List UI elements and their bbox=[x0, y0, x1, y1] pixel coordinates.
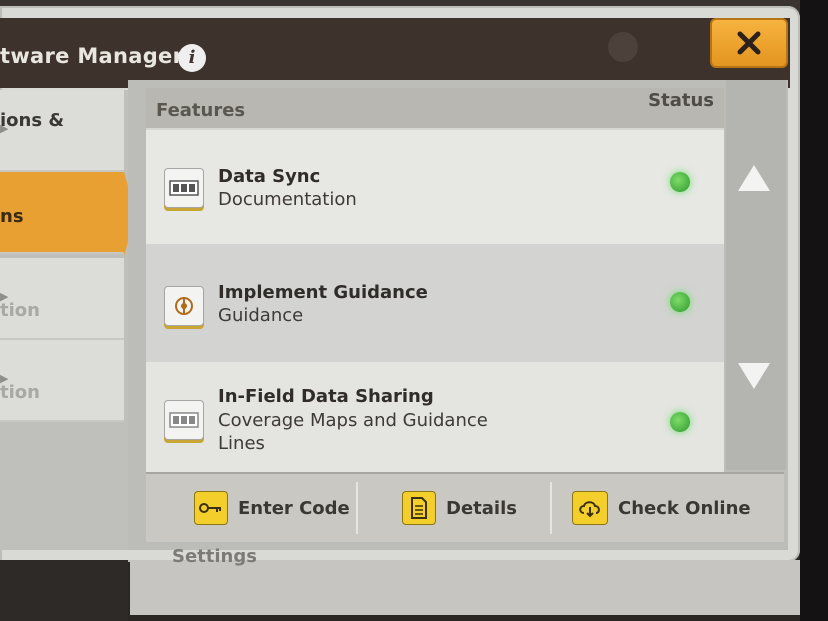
feature-row-in-field-data-sharing[interactable]: In-Field Data Sharing Coverage Maps and … bbox=[146, 362, 724, 472]
data-sync-icon bbox=[164, 168, 204, 208]
chevron-right-icon: ▶ bbox=[0, 372, 9, 385]
toolbar-divider bbox=[356, 482, 358, 534]
implement-guidance-icon bbox=[164, 286, 204, 326]
status-indicator bbox=[670, 292, 690, 312]
footer-toolbar: Enter Code Details Check Online bbox=[146, 472, 784, 542]
device-bezel-right bbox=[800, 0, 828, 621]
details-label: Details bbox=[446, 497, 517, 519]
window-title: tware Manager bbox=[0, 44, 184, 68]
scroll-column bbox=[726, 80, 786, 470]
camera-lens bbox=[608, 32, 638, 62]
settings-label: Settings bbox=[172, 546, 257, 567]
nav-background-lower bbox=[0, 560, 128, 621]
nav-item-application[interactable]: tion ▶ bbox=[0, 258, 124, 340]
check-online-button[interactable]: Check Online bbox=[572, 474, 751, 542]
scroll-up-arrow-icon[interactable] bbox=[738, 165, 770, 191]
chevron-right-icon: ▶ bbox=[0, 290, 9, 303]
status-indicator bbox=[670, 172, 690, 192]
nav-item-activations[interactable]: ions & ▶ bbox=[0, 90, 124, 172]
header-features: Features bbox=[156, 100, 246, 121]
feature-name: Data Sync bbox=[218, 166, 321, 187]
feature-name: Implement Guidance bbox=[218, 282, 428, 303]
feature-subtitle: Guidance bbox=[218, 305, 304, 326]
scroll-down-arrow-icon[interactable] bbox=[738, 363, 770, 389]
feature-row-implement-guidance[interactable]: Implement Guidance Guidance bbox=[146, 244, 724, 362]
enter-code-button[interactable]: Enter Code bbox=[194, 474, 350, 542]
feature-name: In-Field Data Sharing bbox=[218, 386, 434, 407]
info-icon[interactable]: i bbox=[178, 44, 206, 72]
header-status: Status bbox=[648, 90, 714, 111]
close-button[interactable] bbox=[710, 18, 788, 68]
nav-item-label: ns bbox=[0, 206, 24, 227]
lower-panel bbox=[130, 560, 800, 615]
feature-row-data-sync[interactable]: Data Sync Documentation bbox=[146, 130, 724, 244]
nav-item-subscriptions[interactable]: ns bbox=[0, 172, 136, 256]
status-indicator bbox=[670, 412, 690, 432]
document-icon bbox=[402, 491, 436, 525]
toolbar-divider bbox=[550, 482, 552, 534]
key-icon bbox=[194, 491, 228, 525]
nav-item-configuration[interactable]: tion ▶ bbox=[0, 340, 124, 422]
check-online-label: Check Online bbox=[618, 497, 751, 519]
enter-code-label: Enter Code bbox=[238, 497, 350, 519]
close-icon bbox=[737, 31, 761, 55]
details-button[interactable]: Details bbox=[402, 474, 517, 542]
nav-item-label: tion bbox=[0, 300, 40, 321]
data-sharing-icon bbox=[164, 400, 204, 440]
feature-subtitle: Documentation bbox=[218, 189, 357, 210]
nav-item-label: tion bbox=[0, 382, 40, 403]
table-header: Features Status bbox=[146, 88, 724, 130]
cloud-download-icon bbox=[572, 491, 608, 525]
chevron-right-icon: ▶ bbox=[0, 122, 9, 135]
feature-subtitle: Coverage Maps and Guidance Lines bbox=[218, 410, 488, 454]
